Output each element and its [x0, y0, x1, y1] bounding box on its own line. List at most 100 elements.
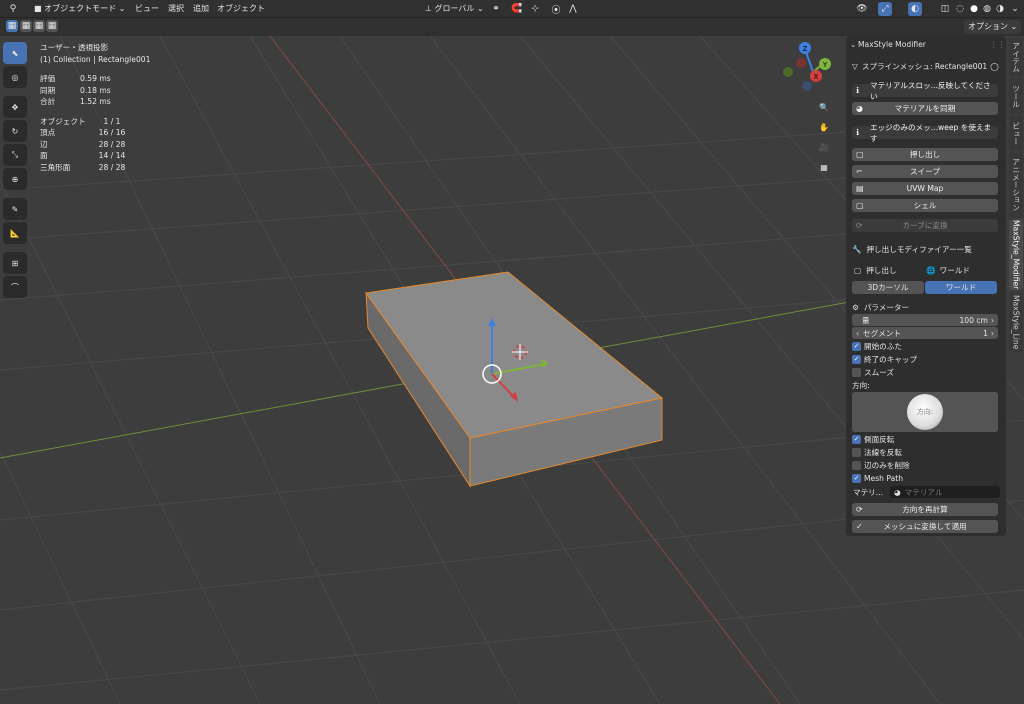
- cursor-icon: ◎: [11, 72, 19, 82]
- cursor-tool[interactable]: ◎: [3, 66, 27, 88]
- recalc-direction-button[interactable]: ⟳ 方向を再計算: [852, 503, 998, 516]
- amount-label: 量: [862, 315, 870, 325]
- material-field[interactable]: ◕ マテリアル: [890, 486, 1000, 498]
- modifier-list-title: 押し出しモディファイアー一覧: [866, 244, 972, 254]
- move-tool[interactable]: ✥: [3, 96, 27, 118]
- amount-field[interactable]: 量 100 cm ›: [852, 314, 998, 326]
- spline-mesh-row: ▽ スプラインメッシュ: Rectangle001 ◯: [850, 59, 1000, 73]
- gizmo-toggle-icon[interactable]: ⤢: [878, 2, 892, 16]
- zoom-icon[interactable]: 🔍: [814, 98, 834, 116]
- mode-selector[interactable]: ■ オブジェクトモード ⌄: [30, 2, 129, 16]
- uvw-map-button[interactable]: ▤ UVW Map: [852, 182, 998, 195]
- direction-label: 方向:: [852, 380, 870, 390]
- timing-row: 評価 0.59 ms: [40, 73, 150, 85]
- stat-row: オブジェクト 1 / 1: [40, 116, 150, 128]
- sweep-button[interactable]: ⌐ スイープ: [852, 165, 998, 178]
- nav-neg-z-ball[interactable]: [802, 81, 812, 91]
- modifier-list-item[interactable]: ▢ 押し出し 🌐 ワールド: [850, 263, 1000, 277]
- shading-wire-icon[interactable]: ◌: [953, 2, 967, 16]
- timing-value: 0.18 ms: [80, 85, 111, 95]
- menu-add[interactable]: 追加: [189, 2, 213, 16]
- move-icon: ✥: [11, 102, 19, 112]
- camera-view-icon[interactable]: 🎥: [814, 138, 834, 156]
- object-mode-icon: ■: [34, 4, 45, 13]
- visibility-icon[interactable]: 👁: [855, 2, 869, 16]
- smooth-checkbox[interactable]: スムーズ: [852, 366, 894, 378]
- checkmark-icon: ✓: [852, 354, 861, 364]
- transform-orientation[interactable]: ⊥ グローバル ⌄: [421, 2, 488, 16]
- shading-material-icon[interactable]: ◍: [980, 2, 994, 16]
- tab-item[interactable]: アイテム: [1009, 38, 1023, 76]
- falloff-icon[interactable]: ⋀: [566, 2, 580, 16]
- pivot-icon[interactable]: ⚭: [489, 2, 503, 16]
- snap-target-icon[interactable]: ⊹: [528, 2, 542, 16]
- scale-tool[interactable]: ⤡: [3, 144, 27, 166]
- select-new-icon[interactable]: ▦: [6, 20, 18, 32]
- convert-curve-button[interactable]: ⟳ カーブに変換: [852, 219, 998, 232]
- ruler-icon: 📐: [10, 228, 20, 238]
- transform-tool[interactable]: ⊕: [3, 168, 27, 190]
- convert-apply-button[interactable]: ✓ メッシュに変換して適用: [852, 520, 998, 533]
- drag-handle-icon[interactable]: ⋮⋮: [990, 40, 1005, 49]
- select-intersect-icon[interactable]: ▦: [46, 20, 58, 32]
- end-cap-checkbox[interactable]: ✓ 終了のキャップ: [852, 353, 917, 365]
- tab-animation[interactable]: アニメーション: [1009, 152, 1023, 218]
- space-3d-cursor[interactable]: 3Dカーソル: [852, 281, 924, 294]
- parameters-header: ⚙ パラメーター: [850, 300, 1000, 314]
- overlay-toggle-icon[interactable]: ◐: [908, 2, 922, 16]
- snap-icon[interactable]: 🧲: [510, 2, 524, 16]
- proportional-edit-icon[interactable]: ⦿: [549, 2, 563, 16]
- menu-view[interactable]: ビュー: [131, 2, 163, 16]
- annotate-tool[interactable]: ✎: [3, 198, 27, 220]
- nav-neg-x-ball[interactable]: [796, 58, 806, 68]
- side-flip-checkbox[interactable]: ✓ 側面反転: [852, 433, 894, 445]
- editor-type-icon[interactable]: ⚲: [6, 2, 20, 16]
- tab-maxstyle-line[interactable]: MaxStyle_Line: [1009, 292, 1023, 352]
- extrude-button[interactable]: ▢ 押し出し: [852, 148, 998, 161]
- timing-row: 同期 0.18 ms: [40, 85, 150, 97]
- shading-rendered-icon[interactable]: ◑: [993, 2, 1007, 16]
- stat-label: オブジェクト: [40, 116, 86, 126]
- mesh-path-label: Mesh Path: [864, 473, 904, 483]
- tab-maxstyle-modifier[interactable]: MaxStyle_Modifier: [1009, 220, 1023, 290]
- select-box-tool[interactable]: ⬉: [3, 42, 27, 64]
- viewport-header: ⚲ ■ オブジェクトモード ⌄ ビュー 選択 追加 オブジェクト ⊥ グローバル…: [0, 0, 1024, 18]
- direction-ball[interactable]: 方向:: [907, 394, 943, 430]
- menu-object[interactable]: オブジェクト: [213, 2, 269, 16]
- extrude-label: 押し出し: [909, 150, 941, 159]
- measure-tool[interactable]: 📐: [3, 222, 27, 244]
- refresh-icon: ⟳: [856, 505, 863, 514]
- curve-tool[interactable]: ⌒: [3, 276, 27, 298]
- xray-icon[interactable]: ◫: [938, 2, 952, 16]
- checkmark-icon: ✓: [852, 434, 861, 444]
- sync-material-button[interactable]: ◕ マテリアルを同期: [852, 102, 998, 115]
- select-subtract-icon[interactable]: ▦: [33, 20, 45, 32]
- select-extend-icon[interactable]: ▦: [20, 20, 32, 32]
- shading-solid-icon[interactable]: ●: [967, 2, 981, 16]
- start-cap-checkbox[interactable]: ✓ 開始のふた: [852, 340, 902, 352]
- extrude-icon: ▢: [856, 150, 864, 159]
- delete-edges-checkbox[interactable]: 辺のみを削除: [852, 459, 910, 471]
- orientation-icon: ⊥: [425, 4, 435, 13]
- panel-collapse-icon[interactable]: ⌄: [850, 40, 856, 49]
- options-dropdown[interactable]: オプション ⌄: [964, 20, 1022, 34]
- pan-hand-icon[interactable]: ✋: [814, 118, 834, 136]
- mesh-path-checkbox[interactable]: ✓ Mesh Path: [852, 472, 903, 484]
- checkmark-icon: ✓: [852, 473, 861, 483]
- space-world[interactable]: ワールド: [925, 281, 997, 294]
- segments-field[interactable]: ‹ セグメント 1 ›: [852, 327, 998, 339]
- direction-widget[interactable]: 方向:: [852, 392, 998, 432]
- flip-normals-checkbox[interactable]: 法線を反転: [852, 446, 902, 458]
- shading-options-icon[interactable]: ⌄: [1008, 2, 1022, 16]
- perspective-grid-icon[interactable]: ▦: [814, 158, 834, 176]
- tab-view[interactable]: ビュー: [1009, 116, 1023, 150]
- checkbox-empty: [852, 367, 861, 377]
- direction-ball-label: 方向:: [916, 408, 934, 416]
- add-cube-tool[interactable]: ⊞: [3, 252, 27, 274]
- sidebar-tabs: アイテム ツール ビュー アニメーション MaxStyle_Modifier M…: [1008, 36, 1024, 366]
- nav-neg-y-ball[interactable]: [783, 67, 793, 77]
- shell-button[interactable]: ▢ シェル: [852, 199, 998, 212]
- menu-select[interactable]: 選択: [164, 2, 188, 16]
- rotate-tool[interactable]: ↻: [3, 120, 27, 142]
- tab-tool[interactable]: ツール: [1009, 78, 1023, 114]
